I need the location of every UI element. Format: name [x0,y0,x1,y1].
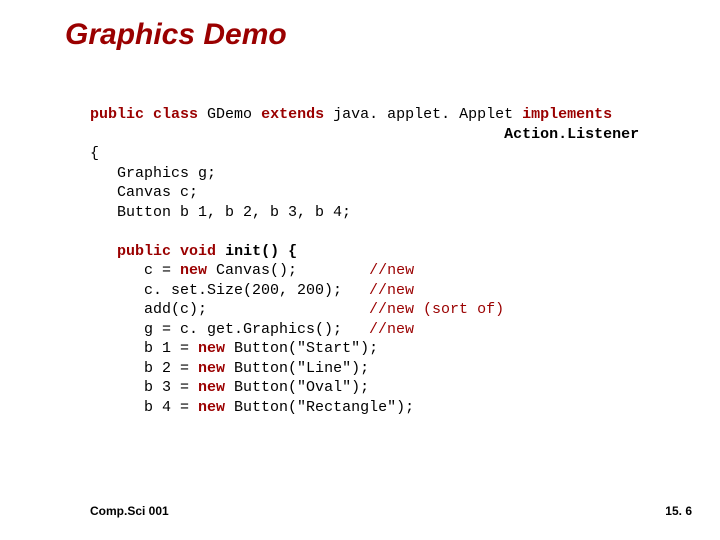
footer-course: Comp.Sci 001 [90,504,169,518]
init-indent [90,243,117,260]
field-canvas: Canvas c; [90,184,198,201]
keyword-new5: new [198,399,225,416]
line-b1-post: Button("Start"); [225,340,378,357]
line-setsize: c. set.Size(200, 200); [90,282,369,299]
field-graphics: Graphics g; [90,165,216,182]
field-buttons: Button b 1, b 2, b 3, b 4; [90,204,351,221]
keyword-new2: new [198,340,225,357]
line-b3-post: Button("Oval"); [225,379,369,396]
keyword-public: public [90,106,144,123]
keyword-new1: new [180,262,207,279]
applet-class: java. applet. Applet [324,106,522,123]
line-b4-pre: b 4 = [90,399,198,416]
comment-new4: //new [369,321,414,338]
slide-title: Graphics Demo [65,18,287,52]
keyword-extends: extends [261,106,324,123]
line-addc: add(c); [90,301,369,318]
keyword-implements: implements [522,106,612,123]
comment-new1: //new [369,262,414,279]
comment-new2: //new [369,282,414,299]
comment-new3: //new (sort of) [369,301,504,318]
line-b2-pre: b 2 = [90,360,198,377]
footer-page: 15. 6 [665,504,692,518]
keyword-class: class [153,106,198,123]
init-sig: init() { [216,243,297,260]
line-b1-pre: b 1 = [90,340,198,357]
line-b4-post: Button("Rectangle"); [225,399,414,416]
keyword-new3: new [198,360,225,377]
keyword-void: void [180,243,216,260]
keyword-public2: public [117,243,171,260]
keyword-new4: new [198,379,225,396]
line-canvas-new-pre: c = [90,262,180,279]
line-canvas-new-post: Canvas(); [207,262,369,279]
line-b2-post: Button("Line"); [225,360,369,377]
open-brace: { [90,145,99,162]
line-b3-pre: b 3 = [90,379,198,396]
classname: GDemo [198,106,261,123]
action-listener: Action.Listener [504,126,639,143]
line-getgraphics: g = c. get.Graphics(); [90,321,369,338]
code-block: public class GDemo extends java. applet.… [90,105,639,417]
